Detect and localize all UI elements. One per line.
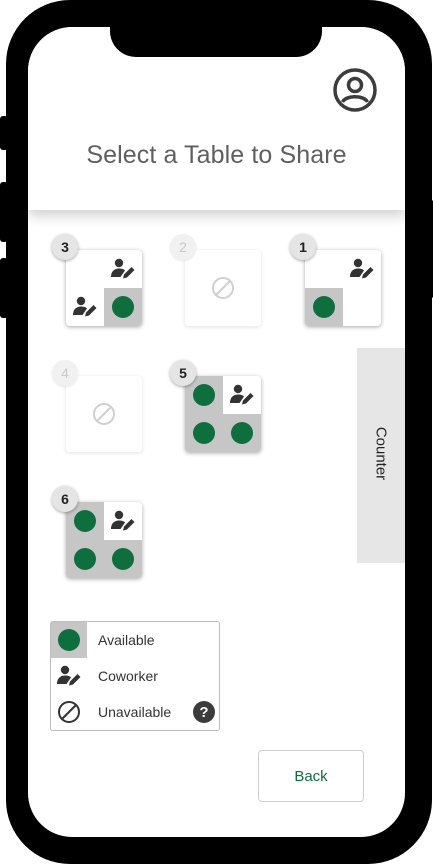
seat-coworker <box>66 288 104 326</box>
table-2 <box>185 250 261 326</box>
mute-switch <box>0 116 8 150</box>
coworker-icon <box>111 510 135 531</box>
seat-available[interactable] <box>223 414 261 452</box>
available-seat-dot <box>74 548 96 570</box>
volume-up-button <box>0 182 8 242</box>
coworker-icon <box>111 258 135 279</box>
profile-button[interactable] <box>332 67 378 113</box>
table-number-badge: 2 <box>170 234 196 260</box>
power-button <box>426 200 433 298</box>
available-seat-dot <box>58 629 80 651</box>
seat-available[interactable] <box>104 540 142 578</box>
legend-row-unavailable: Unavailable ? <box>51 694 219 730</box>
counter-label: Counter <box>372 426 390 481</box>
coworker-swatch <box>51 658 87 694</box>
legend-label: Coworker <box>98 668 158 684</box>
seat-coworker <box>104 250 142 288</box>
unavailable-icon <box>212 277 234 299</box>
seat-available[interactable] <box>185 414 223 452</box>
table-number-badge: 6 <box>52 486 78 512</box>
available-seat-dot <box>231 422 253 444</box>
page-title: Select a Table to Share <box>86 141 347 169</box>
available-seat-dot <box>112 296 134 318</box>
back-button[interactable]: Back <box>258 750 364 802</box>
legend-label: Unavailable <box>98 704 172 720</box>
coworker-icon <box>230 384 254 405</box>
seat-coworker <box>343 250 381 288</box>
available-seat-dot <box>193 384 215 406</box>
available-seat-dot <box>74 510 96 532</box>
table-1[interactable] <box>305 250 381 326</box>
table-4 <box>66 376 142 452</box>
unavailable-swatch <box>51 694 87 730</box>
help-icon[interactable]: ? <box>193 701 215 723</box>
screen: Select a Table to Share 3 2 1 4 5 6 Coun… <box>28 27 405 837</box>
coworker-icon <box>350 258 374 279</box>
unavailable-icon <box>58 701 80 723</box>
table-3[interactable] <box>66 250 142 326</box>
coworker-icon <box>73 296 97 317</box>
legend-label: Available <box>98 632 155 648</box>
account-circle-icon <box>333 68 377 112</box>
available-swatch <box>51 622 87 658</box>
seat-available[interactable] <box>104 288 142 326</box>
counter: Counter <box>357 348 405 563</box>
legend: Available Coworker Unavailable ? <box>50 621 220 731</box>
available-seat-dot <box>112 548 134 570</box>
seat-available[interactable] <box>305 288 343 326</box>
legend-row-available: Available <box>51 622 219 658</box>
coworker-icon <box>57 665 81 686</box>
table-number-badge: 1 <box>290 234 316 260</box>
seat-coworker <box>104 502 142 540</box>
available-seat-dot <box>193 422 215 444</box>
legend-row-coworker: Coworker <box>51 658 219 694</box>
volume-down-button <box>0 258 8 318</box>
table-number-badge: 5 <box>170 360 196 386</box>
available-seat-dot <box>313 296 335 318</box>
notch <box>110 27 322 57</box>
table-6[interactable] <box>66 502 142 578</box>
seat-coworker <box>223 376 261 414</box>
seat-available[interactable] <box>66 540 104 578</box>
unavailable-icon <box>93 403 115 425</box>
table-5[interactable] <box>185 376 261 452</box>
table-number-badge: 4 <box>52 360 78 386</box>
table-number-badge: 3 <box>52 234 78 260</box>
